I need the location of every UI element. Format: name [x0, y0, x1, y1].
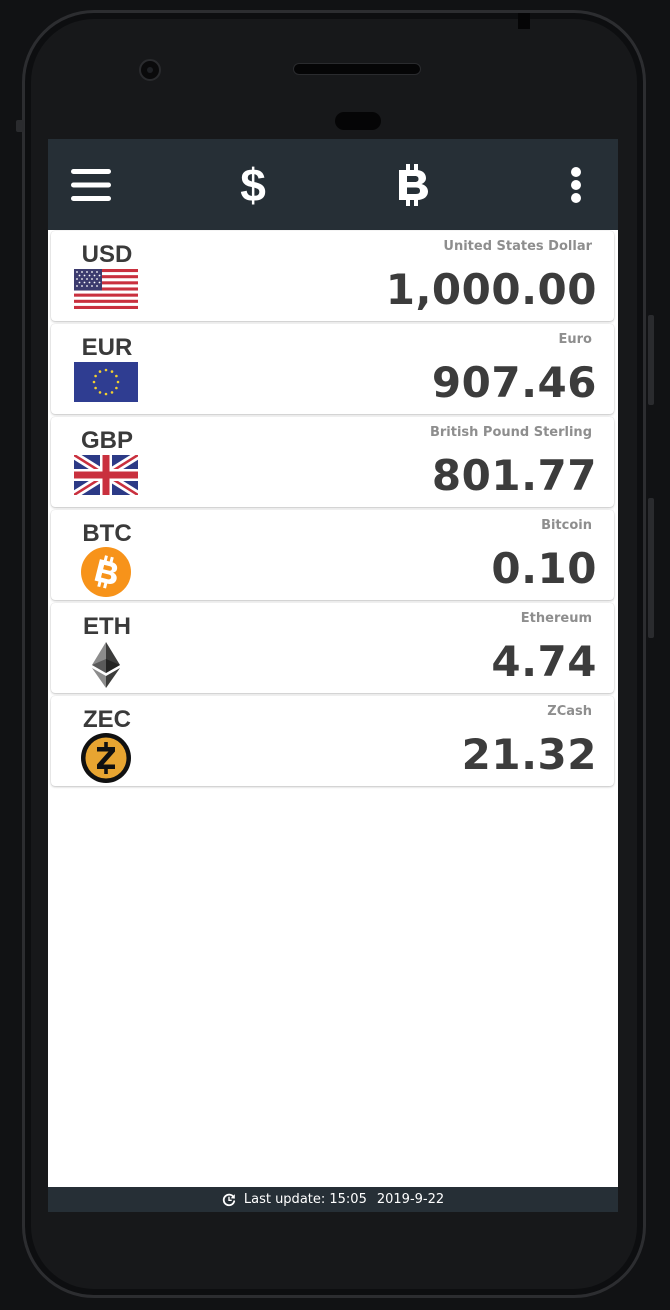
ethereum-icon [92, 642, 120, 688]
last-update-bar: Last update: 15:05 2019-9-22 [48, 1187, 618, 1212]
app-screen: $ USD United States Dollar 1,000.00 EUR … [48, 139, 618, 1212]
currency-amount[interactable]: 0.10 [491, 544, 597, 593]
currency-code: GBP [80, 427, 133, 454]
phone-side-button-right-2 [648, 498, 654, 638]
currency-list: USD United States Dollar 1,000.00 EUR Eu… [48, 231, 618, 789]
more-options-button[interactable] [560, 139, 592, 230]
currency-row-eur[interactable]: EUR Euro 907.46 [51, 324, 614, 414]
refresh-icon[interactable] [222, 1193, 236, 1207]
dollar-sign-icon: $ [240, 163, 266, 207]
currency-name: United States Dollar [443, 239, 592, 254]
zcash-icon [81, 733, 131, 783]
currency-amount[interactable]: 21.32 [462, 730, 597, 779]
bitcoin-icon [81, 547, 131, 597]
currency-code: USD [81, 241, 133, 268]
uk-flag-icon [74, 455, 138, 495]
currency-amount[interactable]: 1,000.00 [386, 265, 597, 314]
currency-code: ETH [83, 613, 131, 640]
currency-name: Bitcoin [541, 518, 592, 533]
proximity-sensor [335, 112, 381, 130]
currency-row-gbp[interactable]: GBP British Pound Sterling 801.77 [51, 417, 614, 507]
phone-side-button-right-1 [648, 315, 654, 405]
app-toolbar: $ [48, 139, 618, 230]
svg-text:$: $ [240, 163, 266, 207]
currency-row-zec[interactable]: ZEC ZCash 21.32 [51, 696, 614, 786]
more-vert-icon [571, 166, 581, 203]
phone-side-button-left [16, 120, 24, 132]
front-camera [139, 59, 161, 81]
currency-row-btc[interactable]: BTC Bitcoin 0.10 [51, 510, 614, 600]
crypto-currencies-button[interactable] [388, 139, 438, 230]
currency-row-usd[interactable]: USD United States Dollar 1,000.00 [51, 231, 614, 321]
bitcoin-sign-icon [399, 163, 428, 206]
currency-name: British Pound Sterling [429, 425, 592, 440]
fiat-currencies-button[interactable]: $ [228, 139, 278, 230]
currency-name: ZCash [547, 704, 592, 719]
currency-row-eth[interactable]: ETH Ethereum 4.74 [51, 603, 614, 693]
currency-amount[interactable]: 801.77 [432, 451, 597, 500]
earpiece-speaker [293, 63, 421, 75]
currency-amount[interactable]: 907.46 [432, 358, 597, 407]
currency-code: EUR [81, 334, 133, 361]
us-flag-icon [74, 269, 138, 309]
last-update-date: 2019-9-22 [376, 1192, 445, 1207]
currency-code: BTC [82, 520, 132, 547]
menu-button[interactable] [66, 139, 116, 230]
eu-flag-icon [74, 362, 138, 402]
currency-name: Euro [558, 332, 592, 347]
last-update-label: Last update: 15:05 [243, 1192, 367, 1207]
hamburger-menu-icon [71, 168, 111, 201]
currency-code: ZEC [83, 706, 131, 733]
currency-amount[interactable]: 4.74 [491, 637, 597, 686]
phone-top-notch [518, 13, 530, 29]
currency-name: Ethereum [520, 611, 592, 626]
